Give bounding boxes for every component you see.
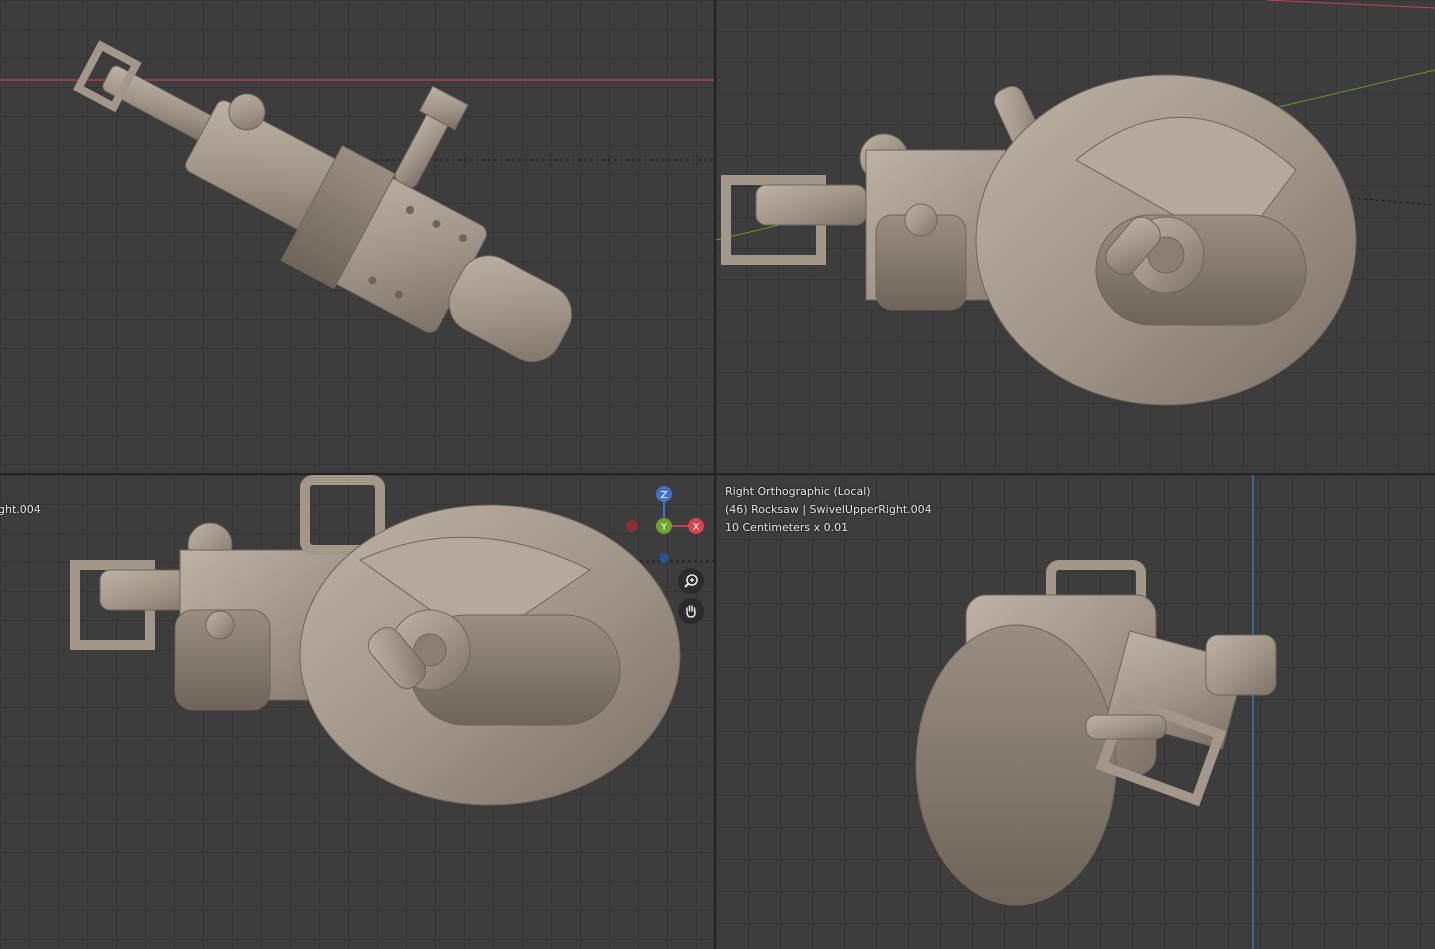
gizmo-x-label: X <box>693 522 700 533</box>
viewport-top-right[interactable] <box>716 0 1435 473</box>
viewport-top-left[interactable] <box>0 0 714 473</box>
hand-pan-icon[interactable] <box>678 598 704 624</box>
view-name-label: Right Orthographic (Local) <box>725 485 871 498</box>
rocksaw-model-top-right <box>716 0 1435 406</box>
gizmo-y-label: Y <box>660 522 668 533</box>
rocksaw-model-top-left <box>0 40 714 363</box>
gizmo-z-label: Z <box>661 490 668 501</box>
viewport-bottom-left[interactable]: ght.004 Z Y X <box>0 475 714 949</box>
viewport-info-fragment: ght.004 <box>0 503 41 516</box>
object-name-label: (46) Rocksaw | SwivelUpperRight.004 <box>725 503 932 516</box>
rocksaw-model-bottom-right <box>915 475 1277 949</box>
rocksaw-model-bottom-left <box>70 475 714 806</box>
viewport-bottom-right[interactable]: Right Orthographic (Local) (46) Rocksaw … <box>716 475 1435 949</box>
axis-gizmo[interactable]: Z Y X <box>620 483 710 563</box>
grid-scale-label: 10 Centimeters x 0.01 <box>725 521 849 534</box>
zoom-in-icon[interactable] <box>678 568 704 594</box>
